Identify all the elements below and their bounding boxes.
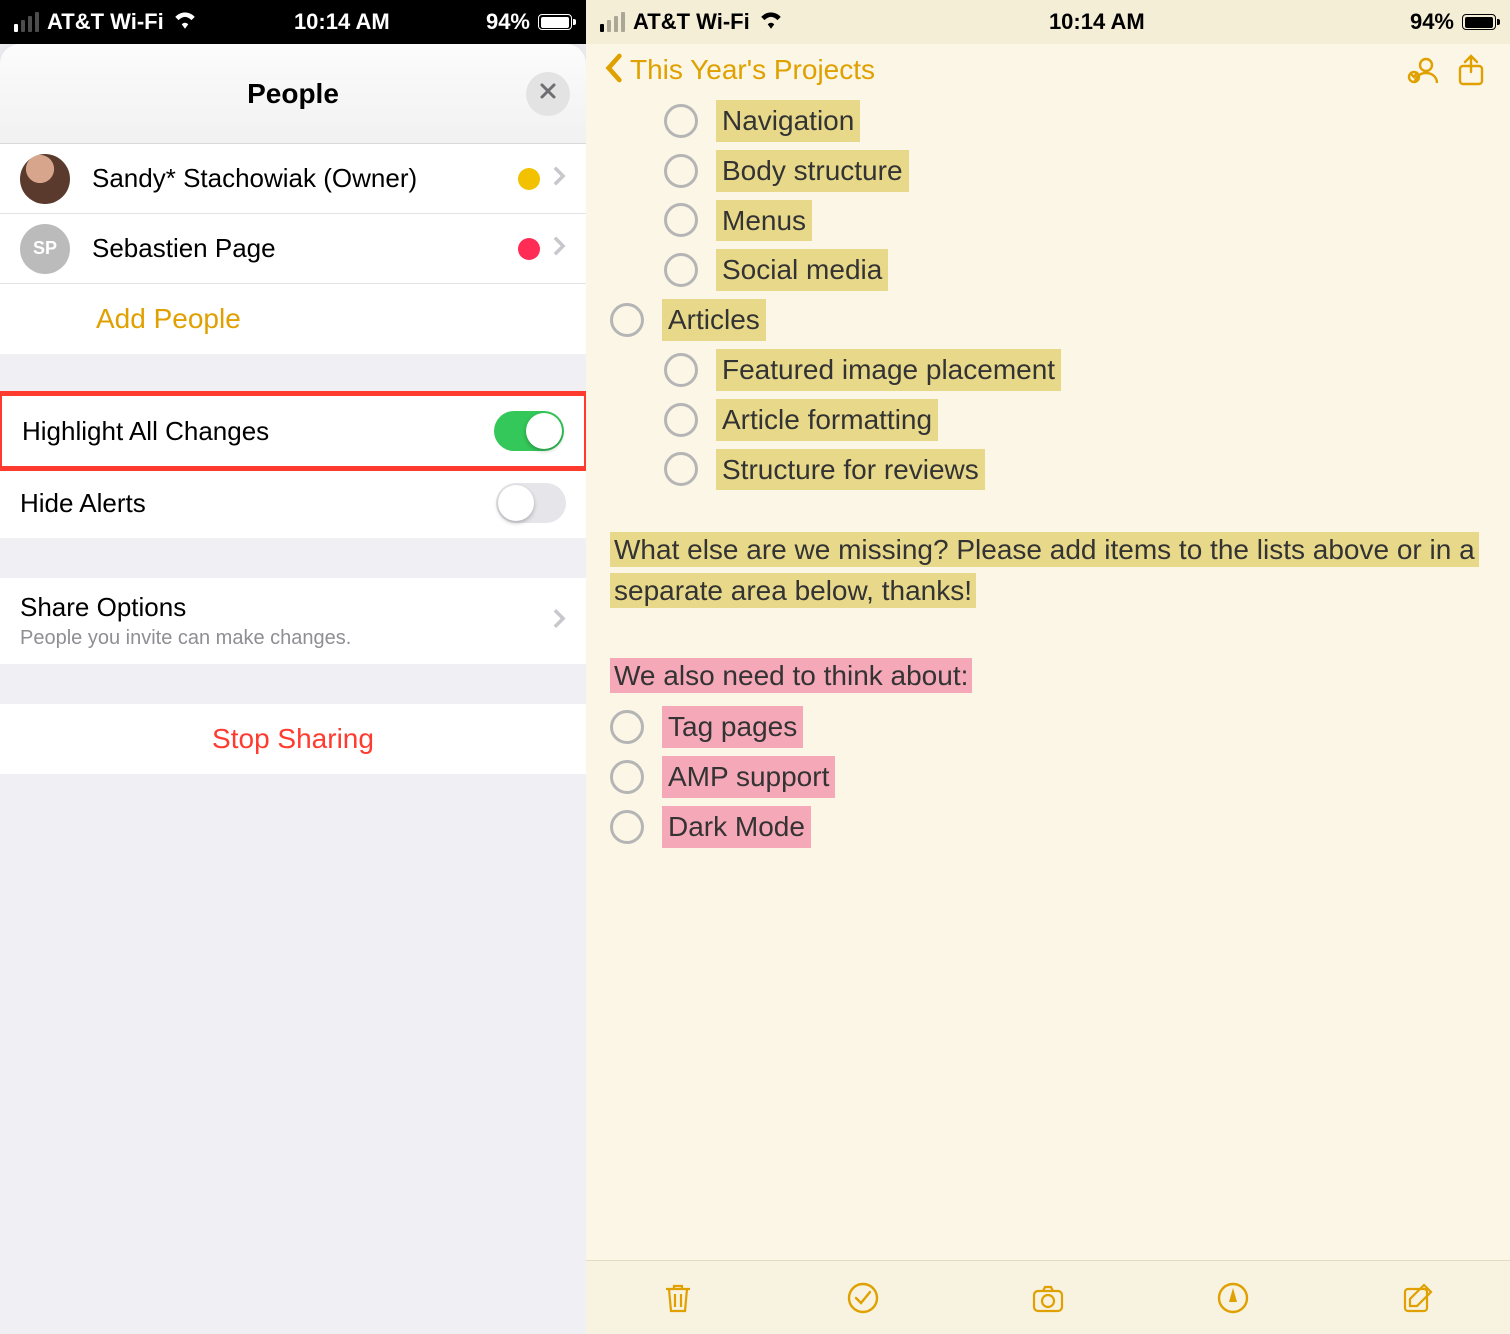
- person-name: Sandy* Stachowiak (Owner): [92, 163, 417, 194]
- checklist-item[interactable]: Navigation: [586, 96, 1510, 146]
- note-content: This Year's Projects Navigation Body str…: [586, 44, 1510, 1260]
- checkbox-icon[interactable]: [664, 403, 698, 437]
- checkbox-icon[interactable]: [664, 104, 698, 138]
- battery-pct: 94%: [1410, 9, 1454, 35]
- checkbox-icon[interactable]: [610, 760, 644, 794]
- chevron-right-icon: [552, 163, 566, 194]
- checklist-item[interactable]: Body structure: [586, 146, 1510, 196]
- share-options-subtitle: People you invite can make changes.: [20, 627, 351, 650]
- people-list: Sandy* Stachowiak (Owner) SP Sebastien P…: [0, 144, 586, 354]
- trash-icon[interactable]: [657, 1277, 699, 1319]
- battery-icon: [538, 14, 572, 30]
- checklist-text: AMP support: [662, 756, 835, 798]
- checkbox-icon[interactable]: [664, 154, 698, 188]
- highlighted-text: What else are we missing? Please add ite…: [610, 532, 1479, 608]
- highlighted-text: We also need to think about:: [610, 658, 972, 693]
- note-body[interactable]: Navigation Body structure Menus Social m…: [586, 96, 1510, 872]
- back-label[interactable]: This Year's Projects: [630, 54, 875, 86]
- highlight-all-changes-label: Highlight All Changes: [22, 416, 269, 447]
- chevron-right-icon: [552, 606, 566, 637]
- avatar: SP: [20, 224, 70, 274]
- checklist-text: Menus: [716, 200, 812, 242]
- stop-sharing-label: Stop Sharing: [212, 723, 374, 755]
- carrier-label: AT&T Wi-Fi: [47, 9, 164, 35]
- checklist-text: Body structure: [716, 150, 909, 192]
- highlight-all-changes-row[interactable]: Highlight All Changes: [2, 396, 584, 466]
- checkbox-icon[interactable]: [610, 710, 644, 744]
- checklist-item[interactable]: Social media: [586, 245, 1510, 295]
- checkbox-icon[interactable]: [664, 203, 698, 237]
- notes-screen: AT&T Wi-Fi 10:14 AM 94% This Year's Proj…: [586, 0, 1510, 1334]
- sheet-title: People: [247, 78, 339, 110]
- checkbox-icon[interactable]: [664, 353, 698, 387]
- person-color-dot: [518, 238, 540, 260]
- checklist-item[interactable]: Structure for reviews: [586, 445, 1510, 495]
- status-bar: AT&T Wi-Fi 10:14 AM 94%: [586, 0, 1510, 44]
- markup-icon[interactable]: [1212, 1277, 1254, 1319]
- note-paragraph[interactable]: What else are we missing? Please add ite…: [610, 530, 1486, 611]
- status-bar: AT&T Wi-Fi 10:14 AM 94%: [0, 0, 586, 44]
- battery-pct: 94%: [486, 9, 530, 35]
- checklist-text: Social media: [716, 249, 888, 291]
- checklist-item[interactable]: Menus: [586, 196, 1510, 246]
- checklist-text: Articles: [662, 299, 766, 341]
- chevron-right-icon: [552, 233, 566, 264]
- checklist-text: Structure for reviews: [716, 449, 985, 491]
- camera-icon[interactable]: [1027, 1277, 1069, 1319]
- close-icon: [538, 81, 558, 106]
- note-paragraph[interactable]: We also need to think about:: [610, 656, 1486, 697]
- hide-alerts-toggle[interactable]: [496, 483, 566, 523]
- back-button[interactable]: [604, 52, 624, 89]
- checkbox-icon[interactable]: [610, 810, 644, 844]
- checklist-item[interactable]: Tag pages: [586, 702, 1510, 752]
- collaborate-icon[interactable]: [1402, 49, 1444, 91]
- checkbox-icon[interactable]: [610, 303, 644, 337]
- checklist-item[interactable]: Articles: [586, 295, 1510, 345]
- add-people-label: Add People: [96, 303, 241, 335]
- carrier-label: AT&T Wi-Fi: [633, 9, 750, 35]
- compose-icon[interactable]: [1397, 1277, 1439, 1319]
- stop-sharing-button[interactable]: Stop Sharing: [0, 704, 586, 774]
- checklist-item[interactable]: AMP support: [586, 752, 1510, 802]
- hide-alerts-label: Hide Alerts: [20, 488, 146, 519]
- person-name: Sebastien Page: [92, 233, 276, 264]
- checklist-item[interactable]: Featured image placement: [586, 345, 1510, 395]
- person-row[interactable]: SP Sebastien Page: [0, 214, 586, 284]
- checklist-item[interactable]: Dark Mode: [586, 802, 1510, 852]
- clock: 10:14 AM: [1049, 9, 1145, 35]
- wifi-icon: [172, 9, 198, 35]
- clock: 10:14 AM: [294, 9, 390, 35]
- checklist-text: Tag pages: [662, 706, 803, 748]
- checklist-text: Navigation: [716, 100, 860, 142]
- avatar: [20, 154, 70, 204]
- share-icon[interactable]: [1450, 49, 1492, 91]
- checklist-text: Featured image placement: [716, 349, 1061, 391]
- people-sheet-screen: AT&T Wi-Fi 10:14 AM 94% People: [0, 0, 586, 1334]
- close-button[interactable]: [526, 72, 570, 116]
- notes-nav-bar: This Year's Projects: [586, 44, 1510, 96]
- add-people-button[interactable]: Add People: [0, 284, 586, 354]
- signal-icon: [14, 12, 39, 32]
- checkbox-icon[interactable]: [664, 452, 698, 486]
- checklist-text: Dark Mode: [662, 806, 811, 848]
- checkbox-icon[interactable]: [664, 253, 698, 287]
- sheet-header: People: [0, 44, 586, 144]
- battery-icon: [1462, 14, 1496, 30]
- hide-alerts-row[interactable]: Hide Alerts: [0, 468, 586, 538]
- highlight-toggle[interactable]: [494, 411, 564, 451]
- share-options-label: Share Options: [20, 592, 186, 623]
- share-options-row[interactable]: Share Options People you invite can make…: [0, 578, 586, 664]
- person-color-dot: [518, 168, 540, 190]
- signal-icon: [600, 12, 625, 32]
- person-row[interactable]: Sandy* Stachowiak (Owner): [0, 144, 586, 214]
- wifi-icon: [758, 9, 784, 35]
- people-sheet: People Sandy* Stachowiak (Owner) SP Seba…: [0, 44, 586, 1334]
- toggles-section: Highlight All Changes Hide Alerts: [0, 391, 586, 538]
- notes-toolbar: [586, 1260, 1510, 1334]
- checklist-item[interactable]: Article formatting: [586, 395, 1510, 445]
- checkmark-circle-icon[interactable]: [842, 1277, 884, 1319]
- checklist-text: Article formatting: [716, 399, 938, 441]
